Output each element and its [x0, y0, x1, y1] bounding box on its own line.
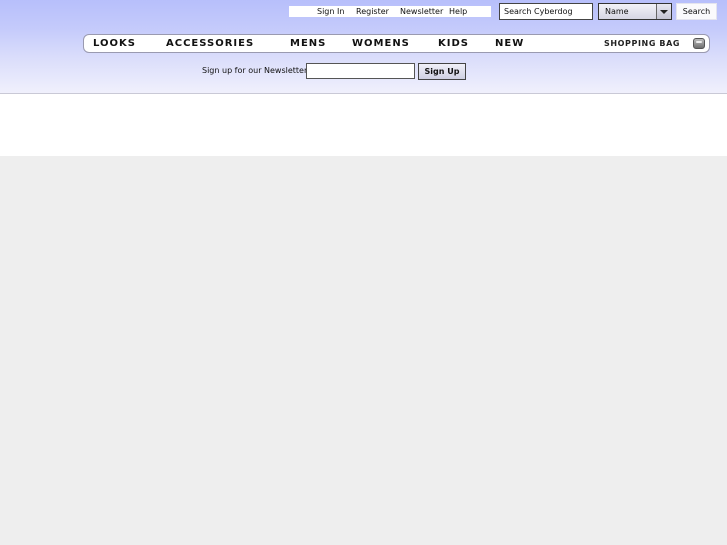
search-button[interactable]: Search — [676, 3, 717, 20]
nav-item-looks[interactable]: LOOKS — [93, 35, 136, 53]
newsletter-link[interactable]: Newsletter — [400, 6, 443, 17]
nav-item-kids[interactable]: KIDS — [438, 35, 469, 53]
search-input[interactable]: Search Cyberdog — [499, 3, 593, 20]
sort-select-value: Name — [605, 7, 629, 16]
sign-up-button[interactable]: Sign Up — [418, 63, 466, 80]
nav-item-new[interactable]: NEW — [495, 35, 524, 53]
register-link[interactable]: Register — [356, 6, 389, 17]
account-links-bar: Sign In Register Newsletter Help — [289, 6, 491, 17]
shopping-bag-icon[interactable] — [693, 38, 705, 49]
newsletter-signup-label: Sign up for our Newsletter: — [202, 66, 310, 75]
help-link[interactable]: Help — [449, 6, 467, 17]
content-banner-area — [0, 94, 727, 156]
nav-item-womens[interactable]: WOMENS — [352, 35, 410, 53]
main-nav: LOOKS ACCESSORIES MENS WOMENS KIDS NEW S… — [83, 34, 710, 53]
site-header: Sign In Register Newsletter Help Search … — [0, 0, 727, 94]
chevron-down-icon[interactable] — [656, 4, 671, 19]
nav-item-accessories[interactable]: ACCESSORIES — [166, 35, 254, 53]
shopping-bag-link[interactable]: SHOPPING BAG — [604, 35, 680, 53]
sort-select[interactable]: Name — [598, 3, 672, 20]
sign-in-link[interactable]: Sign In — [317, 6, 344, 17]
newsletter-email-input[interactable] — [306, 63, 415, 79]
nav-item-mens[interactable]: MENS — [290, 35, 326, 53]
